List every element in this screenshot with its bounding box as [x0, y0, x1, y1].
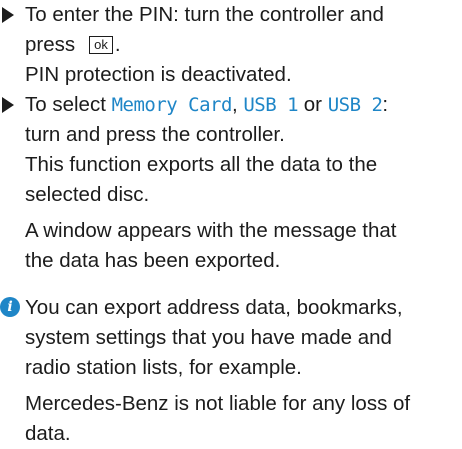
info-note: i You can export address data, bookmarks…: [0, 293, 458, 449]
bullet-arrow-icon: [2, 97, 14, 113]
option-usb-1: USB 1: [243, 94, 299, 116]
step-text: To enter the PIN: turn the controller an…: [25, 0, 458, 60]
step-result: A window appears with the message that t…: [25, 219, 397, 272]
step-line: To select Memory Card, USB 1 or USB 2:: [25, 93, 389, 116]
ok-key: ok: [89, 36, 113, 54]
step-enter-pin: To enter the PIN: turn the controller an…: [0, 0, 458, 90]
note-text: You can export address data, bookmarks, …: [25, 296, 403, 379]
option-memory-card: Memory Card: [111, 94, 233, 116]
step-select-disc: To select Memory Card, USB 1 or USB 2: t…: [0, 90, 458, 276]
step-result: This function exports all the data to th…: [25, 153, 378, 206]
bullet-arrow-icon: [2, 7, 14, 23]
step-text: To select Memory Card, USB 1 or USB 2: t…: [25, 90, 458, 150]
step-line: turn and press the controller.: [25, 123, 285, 146]
note-text: Mercedes-Benz is not liable for any loss…: [25, 392, 411, 445]
step-line: press ok.: [25, 33, 121, 56]
info-icon: i: [0, 297, 20, 317]
step-result: PIN protection is deactivated.: [25, 63, 292, 86]
step-line: To enter the PIN: turn the controller an…: [25, 3, 384, 26]
step-line-prefix: press: [25, 33, 76, 56]
option-usb-2: USB 2: [327, 94, 383, 116]
